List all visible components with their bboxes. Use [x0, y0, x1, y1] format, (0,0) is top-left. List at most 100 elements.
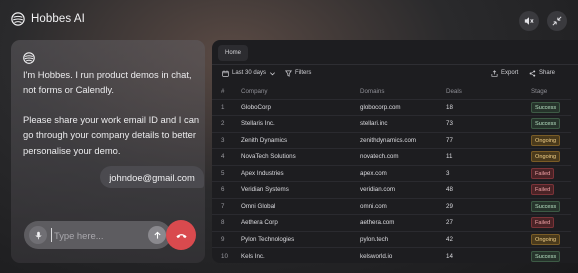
status-badge: Failed: [531, 184, 555, 196]
column-header-company[interactable]: Company: [232, 84, 360, 99]
table-row[interactable]: 2 Stellaris Inc. stellari.inc 73 Success: [212, 115, 571, 132]
date-range-label: Last 30 days: [232, 70, 267, 76]
table-row[interactable]: 4 NovaTech Solutions novatech.com 11 Ongoing: [212, 148, 571, 165]
domain-cell: stellari.inc: [360, 115, 446, 132]
row-number: 4: [212, 148, 232, 165]
stage-cell: Success: [531, 197, 571, 215]
collapse-button[interactable]: [547, 11, 567, 31]
stage-cell: Ongoing: [531, 230, 571, 248]
table-row[interactable]: 6 Veridian Systems veridian.com 48 Failed: [212, 181, 571, 198]
filters-button[interactable]: Filters: [285, 68, 311, 78]
deals-cell: 77: [446, 131, 531, 149]
row-number: 3: [212, 131, 232, 149]
arrow-up-icon: [153, 231, 161, 239]
column-header-number[interactable]: #: [212, 84, 232, 99]
status-badge: Ongoing: [531, 134, 561, 146]
deals-cell: 27: [446, 214, 531, 231]
top-bar: Hobbes AI: [0, 0, 578, 40]
deals-cell: 11: [446, 148, 531, 165]
column-header-deals[interactable]: Deals: [446, 84, 531, 99]
end-call-button[interactable]: [166, 220, 196, 250]
collapse-arrows-icon: [552, 16, 562, 26]
mute-button[interactable]: [519, 11, 539, 31]
company-cell: Aethera Corp: [232, 214, 360, 231]
deals-cell: 18: [446, 98, 531, 116]
calendar-icon: [222, 70, 229, 77]
share-button[interactable]: Share: [529, 68, 555, 78]
table-row[interactable]: 8 Aethera Corp aethera.com 27 Failed: [212, 214, 571, 231]
companies-table: # Company Domains Deals Stage 1 GloboCorp…: [212, 84, 571, 263]
stage-cell: Failed: [531, 214, 571, 231]
date-range-filter[interactable]: Last 30 days: [222, 68, 276, 78]
brand: Hobbes AI: [11, 12, 85, 26]
assistant-message: Please share your work email ID and I ca…: [23, 114, 200, 156]
row-number: 7: [212, 197, 232, 215]
table-row[interactable]: 7 Omni Global omni.com 29 Success: [212, 197, 571, 215]
table-header-row: # Company Domains Deals Stage: [212, 84, 571, 99]
chat-panel: I'm Hobbes. I run product demos in chat,…: [11, 40, 205, 263]
company-cell: Stellaris Inc.: [232, 115, 360, 132]
filter-icon: [285, 70, 292, 77]
deals-cell: 48: [446, 181, 531, 198]
chat-input[interactable]: [51, 228, 131, 242]
company-cell: Zenith Dynamics: [232, 131, 360, 149]
company-cell: Omni Global: [232, 197, 360, 215]
table-row[interactable]: 1 GloboCorp globocorp.com 18 Success: [212, 98, 571, 116]
deals-cell: 42: [446, 230, 531, 248]
company-cell: Apex Industries: [232, 164, 360, 182]
stage-cell: Ongoing: [531, 148, 571, 165]
app-title: Hobbes AI: [31, 13, 85, 25]
status-badge: Ongoing: [531, 151, 561, 163]
domain-cell: veridian.com: [360, 181, 446, 198]
column-header-domains[interactable]: Domains: [360, 84, 446, 99]
status-badge: Success: [531, 200, 561, 212]
company-cell: Veridian Systems: [232, 181, 360, 198]
table-row[interactable]: 3 Zenith Dynamics zenithdynamics.com 77 Ongo…: [212, 131, 571, 149]
stage-cell: Success: [531, 115, 571, 132]
row-number: 5: [212, 164, 232, 182]
table-row[interactable]: 9 Pylon Technologies pylon.tech 42 Ongoing: [212, 230, 571, 248]
company-cell: GloboCorp: [232, 98, 360, 116]
stage-cell: Success: [531, 98, 571, 116]
domain-cell: zenithdynamics.com: [360, 131, 446, 149]
assistant-message: I'm Hobbes. I run product demos in chat,…: [23, 69, 192, 96]
chevron-down-icon: [270, 71, 275, 75]
deals-cell: 73: [446, 115, 531, 132]
share-label: Share: [539, 70, 556, 76]
table-row[interactable]: 10 Kels Inc. kelsworld.io 14 Success: [212, 247, 571, 263]
microphone-icon: [34, 231, 42, 239]
row-number: 2: [212, 115, 232, 132]
deals-cell: 29: [446, 197, 531, 215]
row-number: 10: [212, 247, 232, 263]
share-icon: [529, 69, 536, 77]
row-number: 6: [212, 181, 232, 198]
dashboard-panel: Home Last 30 days Filters Export Share #…: [212, 40, 578, 263]
table-row[interactable]: 5 Apex Industries apex.com 3 Failed: [212, 164, 571, 182]
status-badge: Success: [531, 118, 561, 130]
status-badge: Success: [531, 101, 561, 113]
stage-cell: Failed: [531, 164, 571, 182]
column-header-stage[interactable]: Stage: [531, 84, 571, 99]
tab-home[interactable]: Home: [218, 45, 248, 61]
chat-input-bar: [24, 221, 171, 249]
company-cell: NovaTech Solutions: [232, 148, 360, 165]
deals-cell: 14: [446, 247, 531, 263]
status-badge: Success: [531, 250, 561, 262]
domain-cell: kelsworld.io: [360, 247, 446, 263]
hobbes-logo-icon: [23, 52, 35, 64]
row-number: 1: [212, 98, 232, 116]
filters-label: Filters: [295, 70, 312, 76]
domain-cell: novatech.com: [360, 148, 446, 165]
mic-button[interactable]: [29, 226, 47, 244]
row-number: 9: [212, 230, 232, 248]
domain-cell: pylon.tech: [360, 230, 446, 248]
export-button[interactable]: Export: [491, 68, 518, 78]
toolbar: Last 30 days Filters Export Share: [212, 65, 578, 81]
domain-cell: omni.com: [360, 197, 446, 215]
status-badge: Failed: [531, 167, 555, 179]
send-button[interactable]: [148, 226, 166, 244]
row-number: 8: [212, 214, 232, 231]
domain-cell: apex.com: [360, 164, 446, 182]
company-cell: Pylon Technologies: [232, 230, 360, 248]
export-icon: [491, 69, 498, 77]
